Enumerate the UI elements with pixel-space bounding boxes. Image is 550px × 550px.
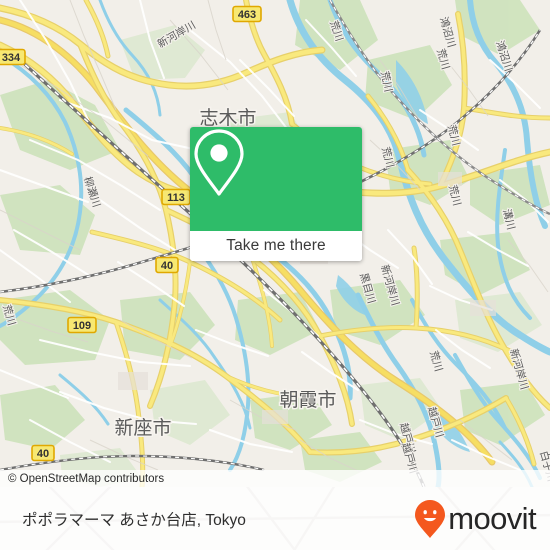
place-name-label: ポポラマーマ あさか台店, Tokyo: [22, 511, 246, 529]
svg-text:113: 113: [167, 192, 185, 204]
screenshot-root: 334 463 113 40 109 40 志木市 朝霞市 新座市 新河岸川 荒川 鴻沼川 鴻沼川荒…: [0, 0, 550, 550]
map-pin-icon: [194, 129, 244, 196]
svg-text:109: 109: [73, 320, 91, 332]
road-shield: 463: [232, 5, 262, 23]
road-shield: 40: [31, 444, 55, 462]
moovit-wordmark: moovit: [448, 501, 536, 536]
road-shield: 40: [155, 256, 179, 274]
take-me-there-button[interactable]: Take me there: [190, 231, 362, 261]
road-shield: 109: [67, 316, 97, 334]
svg-text:40: 40: [37, 448, 49, 460]
road-shield: 334: [0, 48, 26, 66]
svg-text:40: 40: [161, 260, 173, 272]
footer-bar: ポポラマーマ あさか台店, Tokyo moovit: [0, 487, 550, 550]
city-label: 新座市: [114, 417, 171, 439]
road-shield: 113: [161, 188, 191, 206]
svg-text:463: 463: [238, 9, 256, 21]
moovit-smiling-pin-icon: [415, 499, 446, 538]
moovit-logo[interactable]: moovit: [414, 499, 537, 539]
map-attribution-bar: © OpenStreetMap contributors: [0, 470, 550, 487]
take-me-there-label: Take me there: [226, 237, 326, 254]
city-label: 志木市: [199, 107, 256, 129]
card-pin-area: [190, 127, 362, 231]
place-popup-card[interactable]: Take me there: [190, 127, 362, 261]
city-label: 朝霞市: [279, 389, 336, 411]
attribution-text: © OpenStreetMap contributors: [8, 472, 165, 485]
map-canvas[interactable]: 334 463 113 40 109 40 志木市 朝霞市 新座市 新河岸川 荒川 鴻沼川 鴻沼川荒…: [0, 0, 550, 487]
svg-text:334: 334: [2, 52, 21, 64]
